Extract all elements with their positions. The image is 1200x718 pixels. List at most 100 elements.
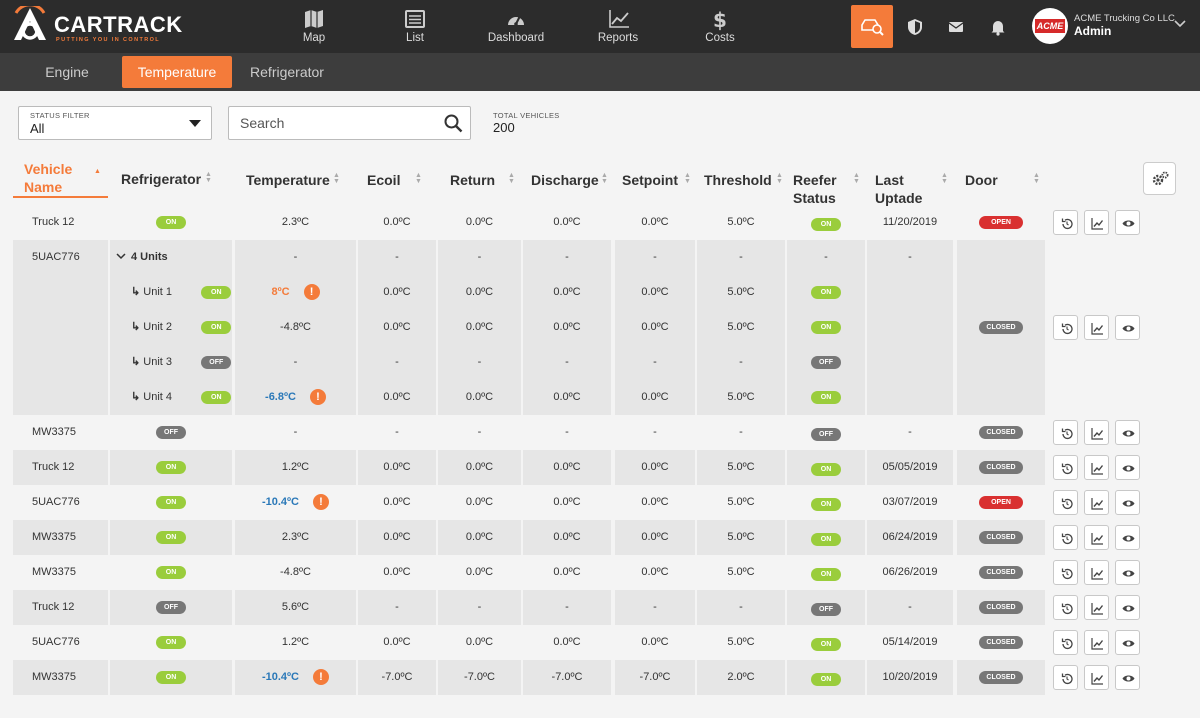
table-cell: ON <box>787 485 865 520</box>
table-cell: 0.0ºC <box>358 450 436 485</box>
discharge-value: 0.0ºC <box>553 531 581 543</box>
table-cell: OPEN <box>957 205 1045 240</box>
view-button[interactable] <box>1115 420 1140 445</box>
column-header-door[interactable]: Door ▲ ▼ <box>965 171 1040 189</box>
history-button[interactable] <box>1053 490 1078 515</box>
temperature-value: - <box>293 426 298 438</box>
column-header-ecoil[interactable]: Ecoil ▲ ▼ <box>367 171 422 189</box>
table-row[interactable]: Truck 12 ON 2.3ºC 0.0ºC 0.0ºC 0.0ºC 0.0ºC 5.0ºC… <box>13 205 1146 240</box>
chart-button[interactable] <box>1084 420 1109 445</box>
table-row[interactable]: Truck 12 ON 1.2ºC 0.0ºC 0.0ºC 0.0ºC 0.0ºC 5.0ºC… <box>13 450 1146 485</box>
nav-dashboard[interactable]: Dashboard <box>466 0 566 53</box>
tab-temperature[interactable]: Temperature <box>122 56 232 88</box>
shield-icon[interactable] <box>906 18 924 36</box>
setpoint-value: 0.0ºC <box>641 461 669 473</box>
view-button[interactable] <box>1115 315 1140 340</box>
column-header-label: Last Uptade <box>875 172 923 206</box>
column-header-reefer-status[interactable]: Reefer Status ▲ ▼ <box>793 171 860 207</box>
door-status-badge: CLOSED <box>979 530 1023 544</box>
column-header-return[interactable]: Return ▲ ▼ <box>450 171 515 189</box>
column-header-refrigerator[interactable]: Refrigerator ▲ ▼ <box>121 170 212 188</box>
table-cell: 2.0ºC <box>697 660 785 695</box>
table-row-group[interactable]: 5UAC776 4 Units ↳ Unit 1 ON ↳ Unit 2 ON ↳ Unit… <box>13 240 1146 415</box>
table-cell: 2.3ºC <box>235 205 356 240</box>
column-header-temperature[interactable]: Temperature ▲ ▼ <box>246 171 340 189</box>
table-cell: 0.0ºC <box>438 205 521 240</box>
last-update-value: 06/24/2019 <box>882 531 938 543</box>
nav-reports[interactable]: Reports <box>568 0 668 53</box>
chart-button[interactable] <box>1084 490 1109 515</box>
chart-button[interactable] <box>1084 525 1109 550</box>
history-button[interactable] <box>1053 420 1078 445</box>
chart-button[interactable] <box>1084 595 1109 620</box>
table-row[interactable]: MW3375 ON -10.4ºC! -7.0ºC -7.0ºC -7.0ºC -7.0ºC… <box>13 660 1146 695</box>
chart-button[interactable] <box>1084 665 1109 690</box>
table-row[interactable]: 5UAC776 ON -10.4ºC! 0.0ºC 0.0ºC 0.0ºC 0.0ºC 5.0… <box>13 485 1146 520</box>
table-row[interactable]: Truck 12 OFF 5.6ºC - - - - - OFF - CLOSED <box>13 590 1146 625</box>
history-button[interactable] <box>1053 665 1078 690</box>
table-row[interactable]: MW3375 ON 2.3ºC 0.0ºC 0.0ºC 0.0ºC 0.0ºC 5.0ºC ON… <box>13 520 1146 555</box>
chart-button[interactable] <box>1084 210 1109 235</box>
view-button[interactable] <box>1115 455 1140 480</box>
column-header-discharge[interactable]: Discharge ▲ ▼ <box>531 171 608 189</box>
tab-engine[interactable]: Engine <box>28 56 106 88</box>
history-button[interactable] <box>1053 455 1078 480</box>
table-cell: OFF <box>787 590 865 625</box>
ecoil-value: 0.0ºC <box>383 216 411 228</box>
discharge-value: 0.0ºC <box>553 566 581 578</box>
unit-threshold-value: 5.0ºC <box>727 391 755 403</box>
unit-entry[interactable]: ↳ Unit 2 ON <box>131 320 232 334</box>
unit-entry[interactable]: ↳ Unit 3 OFF <box>131 355 232 369</box>
refrigerator-cell: OFF <box>110 590 232 625</box>
view-button[interactable] <box>1115 560 1140 585</box>
history-button[interactable] <box>1053 210 1078 235</box>
column-header-vehicle-name[interactable]: Vehicle Name ▲ <box>24 160 101 196</box>
table-cell: - <box>523 590 611 625</box>
search-input[interactable] <box>228 106 471 140</box>
column-header-setpoint[interactable]: Setpoint ▲ ▼ <box>622 171 691 189</box>
user-menu[interactable]: ACME ACME Trucking Co LLC Admin <box>1032 8 1192 46</box>
view-button[interactable] <box>1115 210 1140 235</box>
table-row[interactable]: 5UAC776 ON 1.2ºC 0.0ºC 0.0ºC 0.0ºC 0.0ºC 5.0ºC O… <box>13 625 1146 660</box>
chart-button[interactable] <box>1084 315 1109 340</box>
bell-icon[interactable] <box>989 18 1007 36</box>
view-button[interactable] <box>1115 525 1140 550</box>
nav-map[interactable]: Map <box>264 0 364 53</box>
table-row[interactable]: MW3375 OFF - - - - - - OFF - CLOSED <box>13 415 1146 450</box>
history-button[interactable] <box>1053 525 1078 550</box>
table-cell: ON <box>110 555 232 590</box>
column-header-threshold[interactable]: Threshold ▲ ▼ <box>704 171 783 189</box>
view-button[interactable] <box>1115 630 1140 655</box>
chart-button[interactable] <box>1084 455 1109 480</box>
eye-icon <box>1122 220 1135 227</box>
column-header-last-update[interactable]: Last Uptade ▲ ▼ <box>875 171 948 207</box>
history-button[interactable] <box>1053 630 1078 655</box>
reefer-status-cell: ON <box>787 207 865 242</box>
status-filter-select[interactable]: STATUS FILTER All <box>18 106 212 140</box>
unit-entry[interactable]: ↳ Unit 1 ON <box>131 285 232 299</box>
column-settings-button[interactable] <box>1143 162 1176 195</box>
units-toggle[interactable]: 4 Units <box>116 251 168 263</box>
table-cell: 5.0ºC <box>697 485 785 520</box>
tab-refrigerator[interactable]: Refrigerator <box>244 56 330 88</box>
view-button[interactable] <box>1115 665 1140 690</box>
table-cell: 0.0ºC <box>523 555 611 590</box>
table-cell: OFF <box>787 415 865 450</box>
search-icon[interactable] <box>444 114 463 133</box>
table-row[interactable]: MW3375 ON -4.8ºC 0.0ºC 0.0ºC 0.0ºC 0.0ºC 5.0ºC O… <box>13 555 1146 590</box>
nav-list[interactable]: List <box>365 0 465 53</box>
table-cell: MW3375 <box>13 415 108 450</box>
history-button[interactable] <box>1053 595 1078 620</box>
vehicle-search-button[interactable] <box>851 5 893 48</box>
door-status-badge: CLOSED <box>979 670 1023 684</box>
view-button[interactable] <box>1115 490 1140 515</box>
unit-entry[interactable]: ↳ Unit 4 ON <box>131 390 232 404</box>
chart-button[interactable] <box>1084 630 1109 655</box>
view-button[interactable] <box>1115 595 1140 620</box>
cartrack-logo[interactable]: CARTRACK PUTTING YOU IN CONTROL <box>12 6 182 46</box>
chart-button[interactable] <box>1084 560 1109 585</box>
history-button[interactable] <box>1053 560 1078 585</box>
mail-icon[interactable] <box>947 18 965 36</box>
history-button[interactable] <box>1053 315 1078 340</box>
nav-costs[interactable]: $ Costs <box>670 0 770 53</box>
